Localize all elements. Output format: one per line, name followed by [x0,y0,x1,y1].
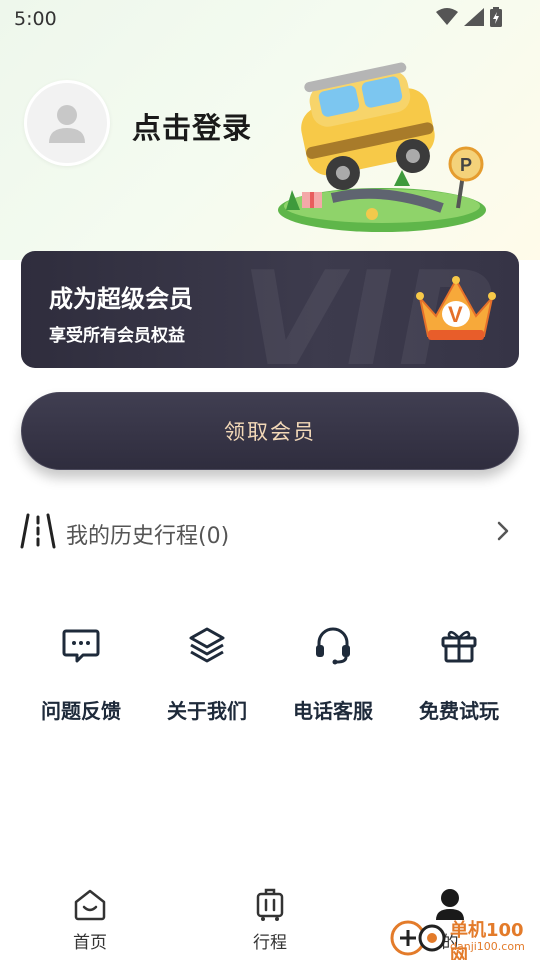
signal-icon [464,8,484,26]
status-time: 5:00 [14,8,57,30]
feature-label: 问题反馈 [41,699,121,723]
watermark-logo-icon [390,920,446,956]
feature-free-trial[interactable]: 免费试玩 [396,625,522,725]
road-icon [20,513,56,549]
feedback-icon [62,629,100,663]
user-icon [49,105,85,143]
nav-trips[interactable]: 行程 [220,886,320,953]
history-row[interactable]: 我的历史行程(0) [20,505,520,557]
feature-grid: 问题反馈 关于我们 电话客服 免费试玩 [18,625,522,725]
status-bar: 5:00 [0,0,540,36]
car-illustration: P [278,62,486,232]
feature-feedback[interactable]: 问题反馈 [18,625,144,725]
gift-icon [441,630,477,663]
nav-label: 首页 [73,933,107,953]
battery-icon [490,7,502,27]
watermark-text: 单机100网 [450,920,524,960]
wifi-icon [436,8,458,25]
history-label: 我的历史行程(0) [66,524,230,549]
vip-subtitle: 享受所有会员权益 [49,326,185,346]
feature-about[interactable]: 关于我们 [144,625,270,725]
feature-label: 关于我们 [167,699,247,723]
vip-card[interactable]: VIP 成为超级会员 享受所有会员权益 V [21,251,519,368]
site-watermark: 单机100网 danji100.com [388,914,540,960]
watermark-url: danji100.com [450,940,525,953]
login-link[interactable]: 点击登录 [132,105,252,147]
feature-phone-support[interactable]: 电话客服 [270,625,396,725]
nav-label: 行程 [253,933,287,953]
crown-badge: V [448,302,463,327]
nav-home[interactable]: 首页 [40,886,140,953]
status-icons [436,7,502,27]
chevron-right-icon [497,521,509,541]
crown-icon: V [416,276,496,340]
headset-icon [316,627,350,665]
svg-text:P: P [460,155,472,175]
avatar[interactable] [24,80,110,166]
vip-title: 成为超级会员 [49,285,193,313]
feature-label: 免费试玩 [419,699,499,723]
luggage-icon [256,888,284,921]
layers-icon [189,627,225,663]
claim-membership-button[interactable]: 领取会员 [21,392,519,470]
feature-label: 电话客服 [293,699,373,723]
home-icon [74,889,106,921]
